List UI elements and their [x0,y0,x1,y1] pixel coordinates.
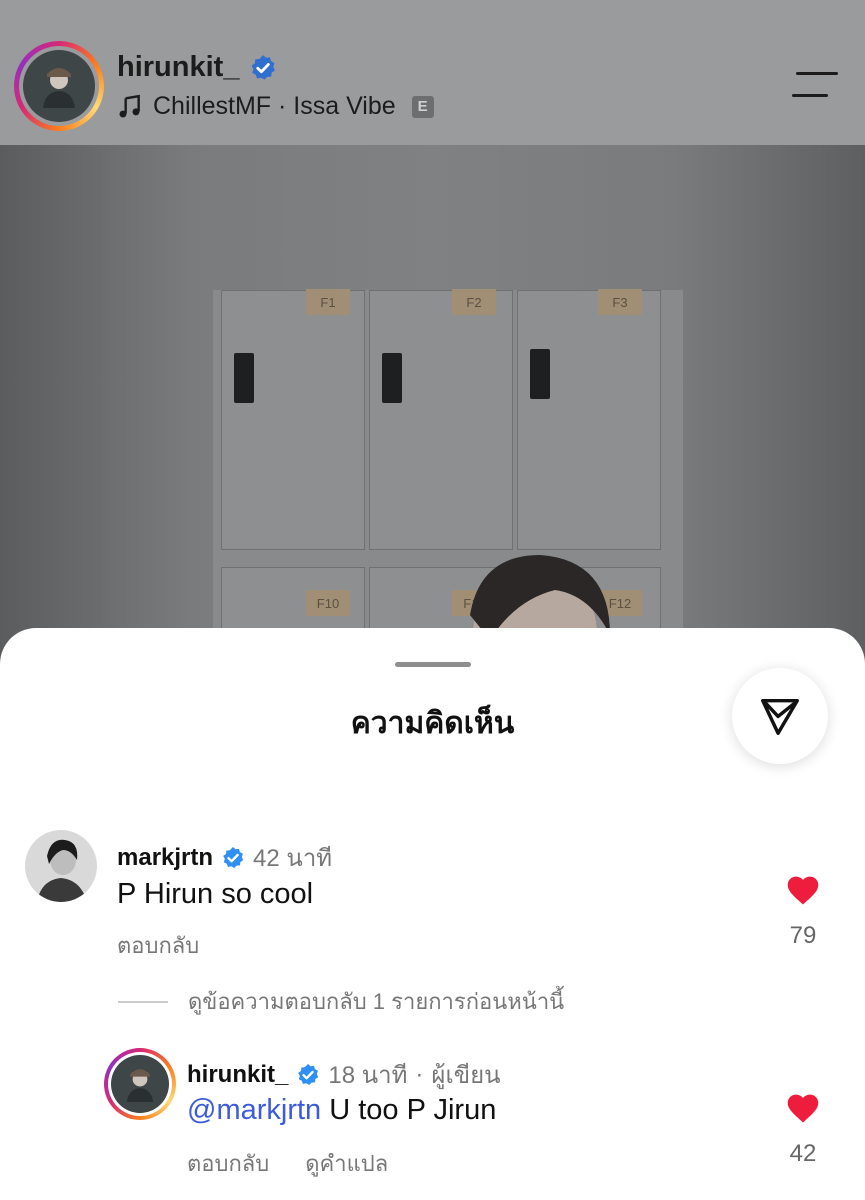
divider-line [118,1000,168,1003]
like-count: 42 [789,1140,817,1167]
reply-button[interactable]: ตอบกลับ [117,928,199,963]
heart-icon[interactable] [785,874,821,906]
music-title: ChillestMF · Issa Vibe [153,92,396,120]
locker-tag: F2 [452,289,496,315]
meta-separator: · [415,1060,424,1088]
view-replies-text: ดูข้อความตอบกลับ 1 รายการก่อนหน้านี้ [188,989,565,1014]
commenter-avatar[interactable] [25,830,97,902]
comment-time: 42 นาที [253,845,333,872]
avatar [111,1055,169,1113]
post-area: F1 F2 F3 F10 F11 F12 [0,0,865,700]
heart-icon[interactable] [785,1092,821,1124]
reply-avatar[interactable] [104,1048,176,1120]
mention-link[interactable]: @markjrtn [187,1094,321,1126]
locker: F1 [221,289,365,550]
locker-tag: F1 [306,289,350,315]
reply-header: hirunkit_ 18 นาที · ผู้เขียน [187,1055,501,1094]
post-photo[interactable]: F1 F2 F3 F10 F11 F12 [0,145,865,700]
menu-line [796,72,838,75]
comments-sheet: ความคิดเห็น markjrtn 42 นาที P Hirun so … [0,628,865,1200]
locker-tag: F3 [598,289,642,315]
reply-time: 18 นาที [328,1062,408,1089]
menu-line [792,94,828,97]
verified-badge-icon [298,1063,319,1085]
locker-lock [530,349,550,399]
locker-lock [382,353,402,403]
send-icon [761,698,799,735]
avatar-figure-icon [126,1069,154,1102]
music-note-icon [119,94,140,118]
reply-like: 42 [783,1092,823,1168]
locker: F3 [517,289,661,550]
translate-button[interactable]: ดูคำแปล [305,1146,388,1181]
reply-username[interactable]: hirunkit_ [187,1061,288,1089]
reply-button[interactable]: ตอบกลับ [187,1146,269,1181]
music-info[interactable]: ChillestMF · Issa Vibe E [117,92,434,121]
reply-text: @markjrtn U too P Jirun [187,1094,496,1127]
locker-lock [234,353,254,403]
like-count: 79 [789,922,817,949]
avatar-figure-icon [25,830,97,902]
post-header: hirunkit_ ChillestMF · Issa Vibe E [0,0,865,145]
locker: F2 [369,289,513,550]
menu-button[interactable] [792,70,840,100]
comment-username[interactable]: markjrtn [117,844,213,872]
post-username[interactable]: hirunkit_ [117,51,277,84]
drag-handle[interactable] [395,662,471,667]
comment-actions: ตอบกลับ [117,928,199,963]
comment-text: P Hirun so cool [117,878,314,910]
reply-body: U too P Jirun [321,1094,497,1126]
explicit-badge: E [411,95,434,118]
username-text: hirunkit_ [117,51,240,83]
view-replies-link[interactable]: ดูข้อความตอบกลับ 1 รายการก่อนหน้านี้ [118,984,564,1019]
comment-header: markjrtn 42 นาที [117,838,332,877]
share-button[interactable] [732,668,828,764]
comment-like: 79 [783,874,823,950]
avatar [23,50,95,122]
reply-actions: ตอบกลับ ดูคำแปล [187,1146,388,1181]
story-avatar[interactable] [14,41,104,131]
verified-badge-icon [252,54,276,80]
avatar-figure-icon [43,68,75,108]
verified-badge-icon [223,846,244,868]
author-label: ผู้เขียน [431,1062,501,1089]
